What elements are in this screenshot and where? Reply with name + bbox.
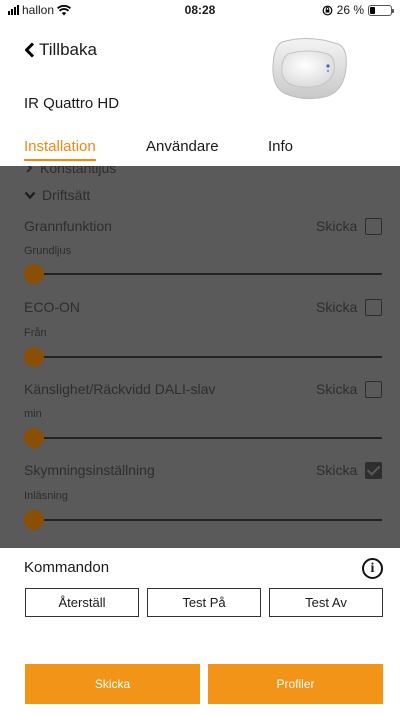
setting-slider-track[interactable] — [24, 273, 382, 275]
tab-info[interactable]: Info — [268, 138, 293, 159]
test-on-button[interactable]: Test På — [147, 588, 261, 617]
setting-slider-thumb[interactable] — [24, 510, 44, 530]
send-label: Skicka — [316, 381, 358, 397]
setting-slider-track[interactable] — [24, 437, 382, 439]
chevron-down-icon — [24, 191, 36, 199]
partial-section-label: Konstantljus — [40, 166, 117, 176]
settings-panel: Konstantljus Driftsätt Grannfunktion Ski… — [0, 166, 400, 548]
battery-info: 26 % — [322, 3, 394, 17]
setting-slider-track[interactable] — [24, 519, 382, 521]
setting-value: min — [24, 408, 42, 420]
back-label: Tillbaka — [39, 40, 97, 59]
send-checkbox[interactable] — [365, 299, 382, 316]
setting-slider-thumb[interactable] — [24, 347, 44, 367]
reset-button[interactable]: Återställ — [25, 588, 139, 617]
send-checkbox[interactable] — [365, 462, 382, 479]
setting-slider-thumb[interactable] — [24, 428, 44, 448]
setting-slider-track[interactable] — [24, 356, 382, 358]
tab-bar: Installation Användare Info — [0, 138, 400, 166]
send-checkbox[interactable] — [365, 218, 382, 235]
back-button[interactable]: Tillbaka — [24, 40, 97, 60]
setting-title: Grannfunktion — [24, 218, 112, 234]
tab-anvandare[interactable]: Användare — [146, 138, 219, 159]
info-icon[interactable]: i — [362, 558, 383, 579]
chevron-right-icon — [26, 166, 33, 173]
chevron-left-icon — [25, 42, 35, 58]
send-label: Skicka — [316, 299, 358, 315]
send-button[interactable]: Skicka — [25, 664, 200, 704]
profiles-button[interactable]: Profiler — [208, 664, 383, 704]
send-checkbox[interactable] — [365, 381, 382, 398]
status-bar: hallon 08:28 26 % — [0, 0, 400, 20]
battery-icon — [368, 4, 394, 16]
device-image — [272, 38, 347, 100]
orientation-lock-icon — [322, 5, 333, 15]
setting-value: Inläsning — [24, 490, 69, 502]
send-label: Skicka — [316, 462, 358, 478]
setting-title: ECO-ON — [24, 299, 80, 315]
tab-installation[interactable]: Installation — [24, 138, 96, 161]
setting-title: Känslighet/Räckvidd DALI-slav — [24, 381, 216, 397]
setting-value: Grundljus — [24, 245, 72, 257]
device-name: IR Quattro HD — [24, 95, 120, 112]
section-header-driftsatt[interactable]: Driftsätt — [24, 187, 90, 203]
setting-slider-thumb[interactable] — [24, 264, 44, 284]
section-label: Driftsätt — [42, 187, 91, 203]
test-off-button[interactable]: Test Av — [269, 588, 383, 617]
setting-title: Skymningsinställning — [24, 462, 155, 478]
partial-section-row[interactable]: Konstantljus — [24, 166, 116, 176]
setting-value: Från — [24, 327, 47, 339]
battery-percent: 26 % — [336, 3, 364, 17]
commands-label: Kommandon — [24, 559, 110, 576]
send-label: Skicka — [316, 218, 358, 234]
